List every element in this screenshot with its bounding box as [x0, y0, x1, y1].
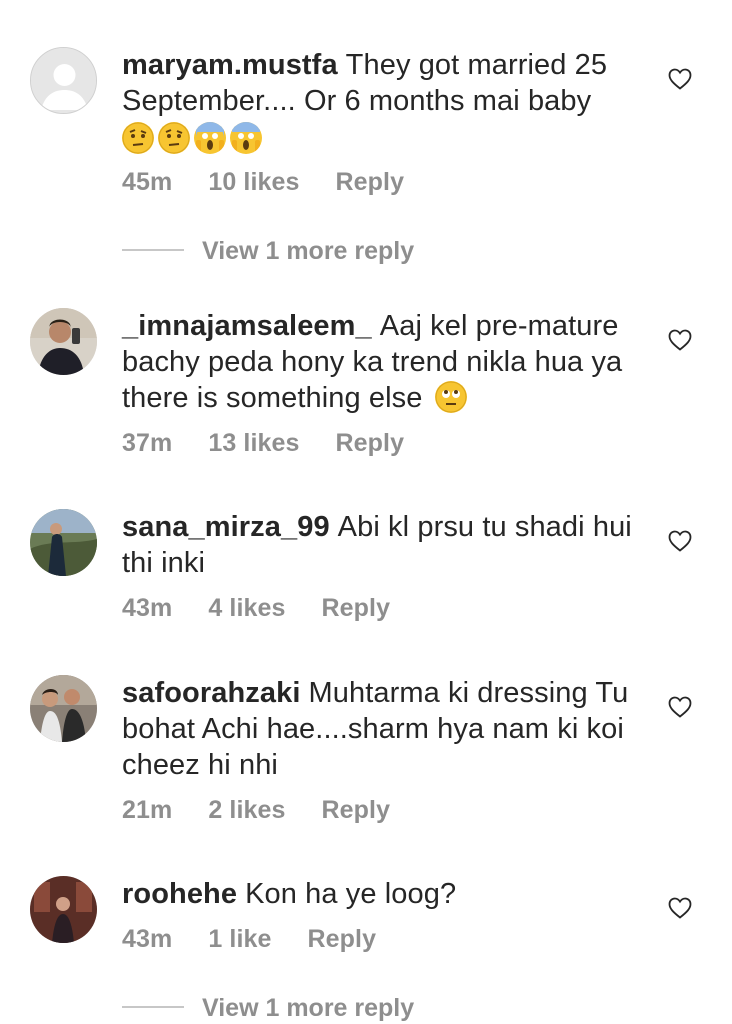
comment-time: 21m	[122, 796, 173, 824]
reply-button[interactable]: Reply	[322, 593, 391, 623]
comment-body: safoorahzaki Muhtarma ki dressing Tu boha…	[122, 675, 642, 825]
comment-likes[interactable]: 10 likes	[208, 167, 299, 197]
reply-button[interactable]: Reply	[322, 795, 391, 825]
comment-username[interactable]: sana_mirza_99	[122, 511, 330, 543]
reply-button[interactable]: Reply	[308, 924, 377, 954]
view-more-replies-button[interactable]: View 1 more reply	[122, 236, 414, 266]
default-avatar-icon	[31, 48, 96, 113]
comment-likes[interactable]: 4 likes	[208, 593, 285, 623]
avatar[interactable]	[30, 675, 97, 742]
reply-divider	[122, 1006, 184, 1009]
view-more-replies-button[interactable]: View 1 more reply	[122, 993, 414, 1023]
comment-time: 43m	[122, 925, 173, 953]
comment-meta: 37m 13 likes Reply	[122, 428, 642, 458]
avatar[interactable]	[30, 876, 97, 943]
avatar[interactable]	[30, 509, 97, 576]
eye-roll-emoji	[434, 381, 467, 413]
comment-meta: 21m 2 likes Reply	[122, 795, 642, 825]
comment-body: roohehe Kon ha ye loog? 43m 1 like Reply	[122, 876, 642, 954]
like-heart-icon[interactable]	[668, 897, 692, 919]
comment-username[interactable]: maryam.mustfa	[122, 49, 338, 81]
comments-feed: maryam.mustfa They got married 25 Septemb…	[0, 0, 732, 1024]
reply-button[interactable]: Reply	[336, 167, 405, 197]
comment-body: _imnajamsaleem_ Aaj kel pre-mature bachy …	[122, 308, 642, 458]
face-screaming-emoji	[230, 122, 262, 154]
comment-likes[interactable]: 13 likes	[208, 428, 299, 458]
emoji-row	[122, 121, 642, 157]
like-heart-icon[interactable]	[668, 329, 692, 351]
comment-body: sana_mirza_99 Abi kl prsu tu shadi hui th…	[122, 509, 642, 623]
comment-time: 45m	[122, 168, 173, 196]
comment-username[interactable]: safoorahzaki	[122, 677, 301, 709]
comment-username[interactable]: _imnajamsaleem_	[122, 310, 372, 342]
user-photo-icon	[30, 876, 97, 943]
comment-time: 37m	[122, 429, 173, 457]
comment-username[interactable]: roohehe	[122, 878, 237, 910]
raised-eyebrow-emoji	[122, 122, 154, 154]
comment-likes[interactable]: 2 likes	[208, 795, 285, 825]
avatar[interactable]	[30, 47, 97, 114]
like-heart-icon[interactable]	[668, 68, 692, 90]
comment-text: Kon ha ye loog?	[245, 878, 457, 910]
view-more-label: View 1 more reply	[202, 237, 415, 265]
comment-meta: 43m 4 likes Reply	[122, 593, 642, 623]
like-heart-icon[interactable]	[668, 696, 692, 718]
comment-body: maryam.mustfa They got married 25 Septemb…	[122, 47, 642, 197]
user-photo-icon	[30, 308, 97, 375]
comment-meta: 43m 1 like Reply	[122, 924, 642, 954]
view-more-label: View 1 more reply	[202, 994, 415, 1022]
face-screaming-emoji	[194, 122, 226, 154]
user-photo-icon	[30, 509, 97, 576]
raised-eyebrow-emoji	[158, 122, 190, 154]
user-photo-icon	[30, 675, 97, 742]
comment-likes[interactable]: 1 like	[208, 924, 271, 954]
comment-time: 43m	[122, 594, 173, 622]
like-heart-icon[interactable]	[668, 530, 692, 552]
avatar[interactable]	[30, 308, 97, 375]
comment-meta: 45m 10 likes Reply	[122, 167, 642, 197]
reply-button[interactable]: Reply	[336, 428, 405, 458]
reply-divider	[122, 249, 184, 252]
